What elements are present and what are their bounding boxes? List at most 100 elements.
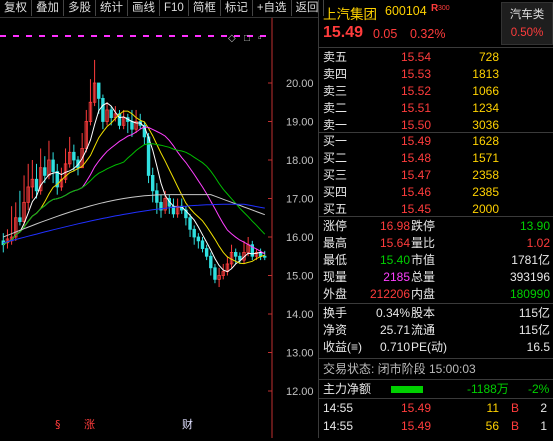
candle-body — [233, 251, 238, 257]
divider — [319, 358, 553, 359]
price-tick-label: 14.00 — [286, 309, 314, 321]
ask-level-4: 卖二 15.51 1234 — [319, 100, 553, 117]
toolbar-button[interactable]: +自选 — [253, 0, 292, 16]
main-flow-value: -1188万 — [467, 382, 509, 396]
toolbar-button[interactable]: 多股 — [64, 0, 96, 16]
divider — [319, 398, 553, 399]
kline-svg[interactable]: ◇ □ ▫ 20.00 19.00 18.00 17.00 16.00 15.00 14.00 13… — [0, 18, 318, 438]
level-price: 15.46 — [401, 185, 432, 199]
level-label: 买一 — [323, 134, 348, 148]
price-tick-label: 13.00 — [286, 348, 314, 360]
tick-row: 14:55 15.49 11 B 2 — [319, 400, 553, 417]
fundamentals-row: 收益(≡) 0.710 PE(动) 16.5 — [319, 339, 553, 356]
price-tick-label: 17.00 — [286, 194, 314, 206]
candle-body — [263, 255, 267, 258]
level-volume: 728 — [478, 50, 499, 64]
stat-value: 393196 — [509, 270, 550, 284]
candle-body — [34, 178, 39, 192]
fundamentals-row: 净资 25.71 流通 115亿 — [319, 322, 553, 339]
fund-label: 换手 — [323, 306, 348, 320]
stat-value: 212206 — [369, 287, 410, 301]
candle-body — [43, 167, 47, 176]
main-flow-pct: -2% — [528, 382, 550, 396]
quote-header: 上汽集团 600104 R 300 汽车类 0.50% 15.49 0.05 0… — [319, 0, 553, 47]
tick-trades: 1 — [540, 419, 547, 433]
candle-body — [18, 217, 22, 222]
level-volume: 1234 — [472, 101, 499, 115]
stat-label: 涨停 — [323, 219, 348, 233]
candle-body — [213, 267, 217, 280]
level-volume: 1571 — [472, 151, 499, 165]
candle-body — [109, 109, 113, 119]
price-tick-label: 15.00 — [286, 271, 314, 283]
toolbar-button[interactable]: 标记 — [221, 0, 253, 16]
candle-body — [196, 236, 201, 242]
stats-row: 现量 2185 总量 393196 — [319, 269, 553, 286]
tick-side: B — [511, 419, 520, 433]
stat-value: 15.40 — [379, 253, 410, 267]
stat-value: 1781亿 — [511, 253, 550, 267]
bid-level-3: 买三 15.47 2358 — [319, 167, 553, 184]
ma5-line — [3, 102, 265, 273]
stat-label: 最高 — [323, 236, 348, 250]
ma120-line — [3, 203, 265, 244]
chart-toolbar: 复权 叠加 多股 统计 画线 F10 简框 标记 +自选 返回 — [0, 0, 324, 18]
level-price: 15.53 — [401, 67, 432, 81]
zoom-out-icon: □ — [244, 33, 250, 44]
toolbar-button[interactable]: 简框 — [189, 0, 221, 16]
level-volume: 1066 — [472, 84, 499, 98]
price-change: 0.05 — [373, 27, 398, 41]
chart-event-marker: § — [55, 418, 61, 431]
ask-level-2: 卖四 15.53 1813 — [319, 66, 553, 83]
stat-value: 13.90 — [519, 219, 550, 233]
level-price: 15.52 — [401, 84, 432, 98]
toolbar-button[interactable]: 叠加 — [32, 0, 64, 16]
level-label: 卖二 — [323, 101, 348, 115]
stat-label: 量比 — [411, 236, 436, 250]
level-label: 买四 — [323, 185, 348, 199]
price-change-pct: 0.32% — [410, 27, 446, 41]
level-label: 买二 — [323, 151, 348, 165]
margin-flag-num: 300 — [438, 5, 450, 12]
fund-value: 0.34% — [375, 306, 410, 320]
sector-box[interactable]: 汽车类 0.50% — [501, 2, 553, 45]
level-volume: 1628 — [472, 134, 499, 148]
fund-label: 流通 — [411, 323, 436, 337]
candle-body — [204, 248, 209, 257]
sector-name: 汽车类 — [509, 9, 545, 21]
ask-level-1: 卖五 15.54 728 — [319, 49, 553, 66]
stock-code: 600104 — [385, 4, 427, 18]
bid-level-1: 买一 15.49 1628 — [319, 133, 553, 150]
chart-event-marker: 财 — [182, 417, 193, 431]
stats-row: 外盘 212206 内盘 180990 — [319, 286, 553, 303]
fund-value: 115亿 — [518, 306, 550, 320]
toolbar-button[interactable]: F10 — [160, 0, 189, 16]
ma10-line — [3, 110, 265, 265]
toolbar-button[interactable]: 画线 — [128, 0, 160, 16]
stat-value: 15.64 — [379, 236, 410, 250]
tick-price: 15.49 — [401, 401, 432, 415]
level-volume: 2385 — [472, 185, 499, 199]
fund-label: 收益(≡) — [323, 340, 362, 354]
ask-level-3: 卖三 15.52 1066 — [319, 83, 553, 100]
fundamentals-row: 换手 0.34% 股本 115亿 — [319, 305, 553, 322]
toolbar-button[interactable]: 统计 — [96, 0, 128, 16]
divider — [319, 216, 553, 217]
fund-value: 25.71 — [379, 323, 410, 337]
tick-row: 14:55 15.49 56 B 1 — [319, 418, 553, 435]
level-label: 买三 — [323, 168, 348, 182]
level-price: 15.47 — [401, 168, 432, 182]
kline-chart[interactable]: ◇ □ ▫ 20.00 19.00 18.00 17.00 16.00 15.00 14.00 13… — [0, 18, 318, 438]
main-flow-label: 主力净额 — [323, 382, 372, 396]
level-price: 15.49 — [401, 134, 432, 148]
stat-label: 总量 — [411, 270, 436, 284]
toolbar-button[interactable]: 复权 — [0, 0, 32, 16]
fund-value: 115亿 — [518, 323, 550, 337]
stock-name: 上汽集团 — [323, 7, 377, 22]
chart-event-marker: 涨 — [84, 418, 95, 431]
tick-volume: 11 — [486, 401, 499, 415]
stat-label: 外盘 — [323, 287, 348, 301]
price-tick-label: 18.00 — [286, 155, 314, 167]
level-volume: 2358 — [472, 168, 499, 182]
level-label: 卖五 — [323, 50, 348, 64]
